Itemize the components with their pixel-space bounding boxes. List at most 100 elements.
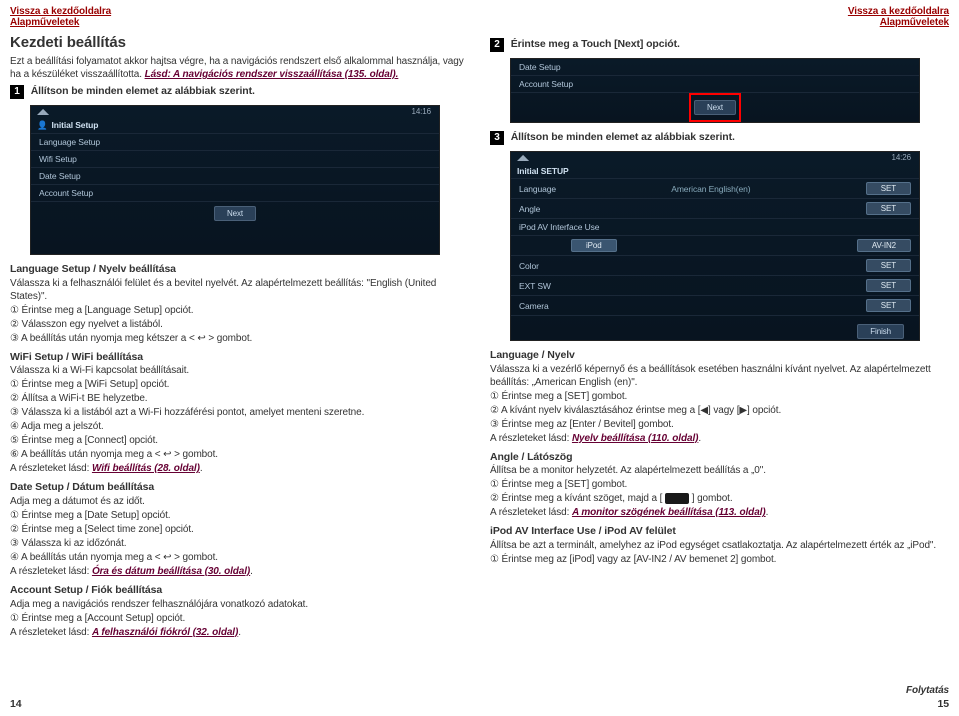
ss1-row-2[interactable]: Date Setup	[31, 167, 439, 184]
ss3-ext-set[interactable]: SET	[866, 279, 911, 292]
ss1-row-1[interactable]: Wifi Setup	[31, 150, 439, 167]
acct-see-link[interactable]: A felhasználói fiókról (32. oldal)	[92, 627, 238, 638]
r-lang-li2: ② A kívánt nyelv kiválasztásához érintse…	[490, 404, 949, 417]
ss1-title: Initial Setup	[51, 120, 98, 130]
screenshot-2: Date Setup Account Setup Next	[510, 58, 920, 123]
wifi-p1: Válassza ki a Wi-Fi kapcsolat beállítása…	[10, 364, 469, 377]
r-lang-p1: Válassza ki a vezérlő képernyő és a beál…	[490, 363, 949, 389]
link-back-home-r[interactable]: Vissza a kezdőoldalra	[490, 6, 949, 17]
wifi-li5: ⑤ Érintse meg a [Connect] opciót.	[10, 434, 469, 447]
ss3-finish-btn[interactable]: Finish	[857, 324, 904, 339]
lang-p1: Válassza ki a felhasználói felület és a …	[10, 277, 469, 303]
link-basics-r[interactable]: Alapműveletek	[490, 17, 949, 28]
r-ipod-p1: Állítsa be azt a terminált, amelyhez az …	[490, 539, 949, 552]
step-3: 3 Állítson be minden elemet az alábbiak …	[490, 131, 949, 145]
step-1: 1 Állítson be minden elemet az alábbiak …	[10, 85, 469, 99]
page-left: Vissza a kezdőoldalra Alapműveletek Kezd…	[0, 0, 479, 716]
angle-dark-button-icon	[665, 493, 689, 504]
step-1-text: Állítson be minden elemet az alábbiak sz…	[31, 85, 255, 97]
step-num-2: 2	[490, 38, 504, 52]
wifi-li2: ② Állítsa a WiFi-t BE helyzetbe.	[10, 392, 469, 405]
ss3-lang-set[interactable]: SET	[866, 182, 911, 195]
r-ipod-li1: ① Érintse meg az [iPod] vagy az [AV-IN2 …	[490, 553, 949, 566]
r-angle-p1: Állítsa be a monitor helyzetét. Az alapé…	[490, 464, 949, 477]
ss1-next-button[interactable]: Next	[214, 206, 256, 221]
date-header: Date Setup / Dátum beállítása	[10, 481, 469, 495]
wifi-see-pre: A részleteket lásd:	[10, 463, 92, 474]
r-lang-see-pre: A részleteket lásd:	[490, 433, 572, 444]
ss3-cam-lbl: Camera	[519, 301, 549, 311]
ss3-ipod-lbl: iPod AV Interface Use	[519, 222, 599, 232]
date-p1: Adja meg a dátumot és az időt.	[10, 495, 469, 508]
lang-li1: ① Érintse meg a [Language Setup] opciót.	[10, 304, 469, 317]
date-see-pre: A részleteket lásd:	[10, 566, 92, 577]
intro-link[interactable]: Lásd: A navigációs rendszer visszaállítá…	[145, 69, 399, 80]
screenshot-3: ◢◣14:26 Initial SETUP Language American …	[510, 151, 920, 341]
ss1-time: 14:16	[411, 107, 431, 116]
lang-li3: ③ A beállítás után nyomja meg kétszer a …	[10, 332, 469, 345]
acct-header: Account Setup / Fiók beállítása	[10, 584, 469, 598]
ss3-avin2-btn[interactable]: AV-IN2	[857, 239, 911, 252]
acct-p1: Adja meg a navigációs rendszer felhaszná…	[10, 598, 469, 611]
step2-a: Érintse meg a	[511, 38, 581, 50]
ss3-cam-set[interactable]: SET	[866, 299, 911, 312]
date-li3: ③ Válassza ki az időzónát.	[10, 537, 469, 550]
r-angle-see-link[interactable]: A monitor szögének beállítása (113. olda…	[572, 507, 766, 518]
ss3-lang-val: American English(en)	[671, 184, 750, 194]
r-angle-li2: ② Érintse meg a kívánt szöget, majd a [ …	[490, 492, 949, 505]
step-2: 2 Érintse meg a Touch [Next] opciót.	[490, 38, 949, 52]
ss3-color-lbl: Color	[519, 261, 539, 271]
ss3-ipod-btn[interactable]: iPod	[571, 239, 617, 252]
step-num-1: 1	[10, 85, 24, 99]
r-lang-h: Language / Nyelv	[490, 349, 949, 363]
continuation: Folytatás	[906, 685, 949, 696]
link-basics[interactable]: Alapműveletek	[10, 17, 469, 28]
ss3-time: 14:26	[891, 153, 911, 162]
acct-li1: ① Érintse meg a [Account Setup] opciót.	[10, 612, 469, 625]
link-back-home[interactable]: Vissza a kezdőoldalra	[10, 6, 469, 17]
ss2-next-button[interactable]: Next	[694, 100, 736, 115]
intro-text: Ezt a beállítási folyamatot akkor hajtsa…	[10, 55, 469, 81]
page-title: Kezdeti beállítás	[10, 34, 469, 51]
wifi-li4: ④ Adja meg a jelszót.	[10, 420, 469, 433]
ss3-angle-set[interactable]: SET	[866, 202, 911, 215]
step2-c: opciót.	[643, 38, 680, 50]
date-li4: ④ A beállítás után nyomja meg a < ↩ > go…	[10, 551, 469, 564]
header-links-left: Vissza a kezdőoldalra Alapműveletek	[10, 6, 469, 28]
lang-header: Language Setup / Nyelv beállítása	[10, 263, 469, 277]
r-angle-see-pre: A részleteket lásd:	[490, 507, 572, 518]
step-num-3: 3	[490, 131, 504, 145]
r-angle-h: Angle / Látószög	[490, 451, 949, 465]
r-lang-li3: ③ Érintse meg az [Enter / Bevitel] gombo…	[490, 418, 949, 431]
lang-li2: ② Válasszon egy nyelvet a listából.	[10, 318, 469, 331]
ss3-lang-lbl: Language	[519, 184, 556, 194]
r-lang-li1: ① Érintse meg a [SET] gombot.	[490, 390, 949, 403]
ss1-row-0[interactable]: Language Setup	[31, 133, 439, 150]
r-angle-li1: ① Érintse meg a [SET] gombot.	[490, 478, 949, 491]
ss2-row-0[interactable]: Date Setup	[511, 59, 919, 75]
step3-text: Állítson be minden elemet az alábbiak sz…	[511, 131, 735, 143]
ss3-ext-lbl: EXT SW	[519, 281, 551, 291]
ss1-row-3[interactable]: Account Setup	[31, 184, 439, 201]
ss3-angle-lbl: Angle	[519, 204, 540, 214]
wifi-li3: ③ Válassza ki a listából azt a Wi-Fi hoz…	[10, 406, 469, 419]
page-num-right: 15	[938, 698, 949, 710]
wifi-li6: ⑥ A beállítás után nyomja meg a < ↩ > go…	[10, 448, 469, 461]
screenshot-1: ◢◣14:16 👤Initial Setup Language Setup Wi…	[30, 105, 440, 255]
r-lang-see-link[interactable]: Nyelv beállítása (110. oldal)	[572, 433, 698, 444]
wifi-see-link[interactable]: Wifi beállítás (28. oldal)	[92, 463, 200, 474]
date-see-link[interactable]: Óra és dátum beállítása (30. oldal)	[92, 566, 250, 577]
ss2-row-1[interactable]: Account Setup	[511, 75, 919, 92]
wifi-header: WiFi Setup / WiFi beállítása	[10, 351, 469, 365]
date-li2: ② Érintse meg a [Select time zone] opció…	[10, 523, 469, 536]
date-li1: ① Érintse meg a [Date Setup] opciót.	[10, 509, 469, 522]
r-ipod-h: iPod AV Interface Use / iPod AV felület	[490, 525, 949, 539]
wifi-li1: ① Érintse meg a [WiFi Setup] opciót.	[10, 378, 469, 391]
page-right: Vissza a kezdőoldalra Alapműveletek 2 Ér…	[480, 0, 959, 716]
page-num-left: 14	[10, 698, 21, 710]
header-links-right: Vissza a kezdőoldalra Alapműveletek	[490, 6, 949, 28]
ss3-color-set[interactable]: SET	[866, 259, 911, 272]
step2-bold: Touch [Next]	[581, 38, 643, 50]
acct-see-pre: A részleteket lásd:	[10, 627, 92, 638]
ss3-title: Initial SETUP	[511, 164, 919, 178]
